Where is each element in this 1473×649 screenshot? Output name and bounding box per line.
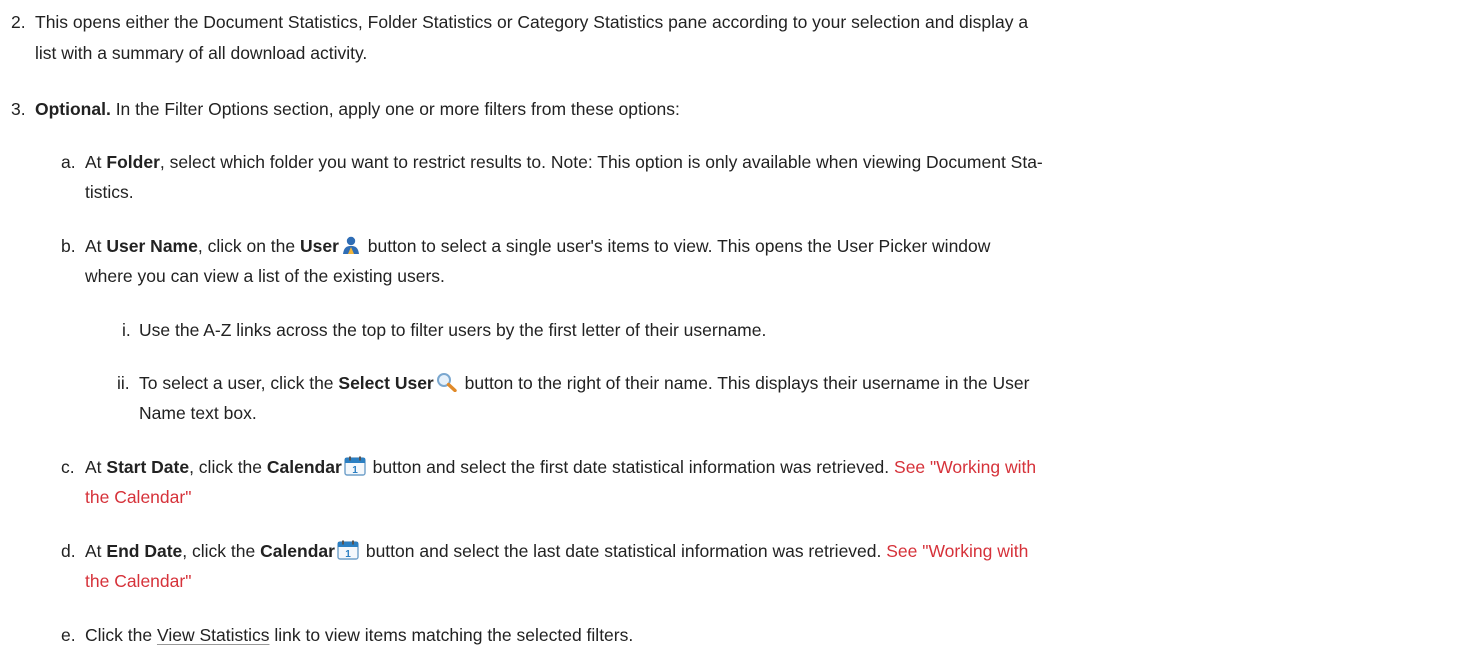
substep-d-line-1: At End Date, click the Calendar 1 button … xyxy=(85,538,1028,568)
substep-roman: i. xyxy=(122,320,131,340)
text-fragment: At xyxy=(85,152,107,172)
text-fragment: button and select the last date statisti… xyxy=(360,541,887,561)
end-date-label: End Date xyxy=(106,541,183,561)
folder-label: Folder xyxy=(106,152,160,172)
text-fragment: button to the right of their name. This … xyxy=(459,373,1030,393)
step-2-line-1: This opens either the Document Statistic… xyxy=(35,12,1029,32)
text-fragment: link to view items matching the selected… xyxy=(269,625,634,645)
substep-d-line-2: the Calendar" xyxy=(85,568,191,595)
substep-e-text: Click the View Statistics link to view i… xyxy=(85,622,633,649)
step-3-body: In the Filter Options section, apply one… xyxy=(110,99,680,119)
text-fragment: , click on the xyxy=(197,236,300,256)
start-date-label: Start Date xyxy=(106,457,190,477)
user-name-label: User Name xyxy=(106,236,198,256)
working-with-calendar-link[interactable]: See "Working with xyxy=(894,457,1036,477)
substep-roman: ii. xyxy=(117,373,130,393)
step-2-line-2: list with a summary of all download acti… xyxy=(35,43,368,63)
calendar-icon: 1 xyxy=(337,540,359,568)
substep-letter: d. xyxy=(61,541,76,561)
text-fragment: , click the xyxy=(182,541,261,561)
text-fragment: To select a user, click the xyxy=(139,373,339,393)
step-number: 3. xyxy=(11,99,26,119)
select-user-label: Select User xyxy=(338,373,434,393)
substep-b-line-1: At User Name, click on the User button t… xyxy=(85,233,990,263)
calendar-button-label: Calendar xyxy=(266,457,342,477)
svg-text:1: 1 xyxy=(345,549,351,560)
text-fragment: button and select the first date statist… xyxy=(367,457,895,477)
text-fragment: , select which folder you want to restri… xyxy=(159,152,1043,172)
substep-letter: e. xyxy=(61,625,76,645)
substep-c-line-1: At Start Date, click the Calendar 1 butto… xyxy=(85,454,1036,484)
document-page: 2. This opens either the Document Statis… xyxy=(0,0,1473,647)
substep-letter: c. xyxy=(61,457,75,477)
user-button-label: User xyxy=(300,236,339,256)
view-statistics-link[interactable]: View Statistics xyxy=(157,625,270,645)
step-3-text: Optional. In the Filter Options section,… xyxy=(35,96,680,123)
substep-bii-line-1: To select a user, click the Select User … xyxy=(139,370,1029,400)
substep-letter: a. xyxy=(61,152,76,172)
step-number: 2. xyxy=(11,12,26,32)
optional-label: Optional. xyxy=(35,99,111,119)
text-fragment: button to select a single user's items t… xyxy=(362,236,991,256)
substep-letter: b. xyxy=(61,236,76,256)
text-fragment: , click the xyxy=(189,457,267,477)
working-with-calendar-link-cont[interactable]: the Calendar" xyxy=(85,487,191,507)
substep-bi-text: Use the A-Z links across the top to filt… xyxy=(139,320,767,340)
working-with-calendar-link-cont[interactable]: the Calendar" xyxy=(85,571,191,591)
calendar-icon: 1 xyxy=(344,456,366,484)
text-fragment: At xyxy=(85,457,107,477)
user-icon xyxy=(341,235,361,263)
text-fragment: Click the xyxy=(85,625,157,645)
working-with-calendar-link[interactable]: See "Working with xyxy=(886,541,1028,561)
svg-text:1: 1 xyxy=(352,465,358,476)
substep-a-line-2: tistics. xyxy=(85,182,134,202)
substep-b-line-2: where you can view a list of the existin… xyxy=(85,266,445,286)
calendar-button-label: Calendar xyxy=(260,541,335,561)
magnifier-icon xyxy=(436,372,458,400)
substep-bii-line-2: Name text box. xyxy=(139,403,257,423)
text-fragment: At xyxy=(85,236,107,256)
text-fragment: At xyxy=(85,541,107,561)
substep-c-line-2: the Calendar" xyxy=(85,484,191,511)
substep-a-line-1: At Folder, select which folder you want … xyxy=(85,149,1043,176)
